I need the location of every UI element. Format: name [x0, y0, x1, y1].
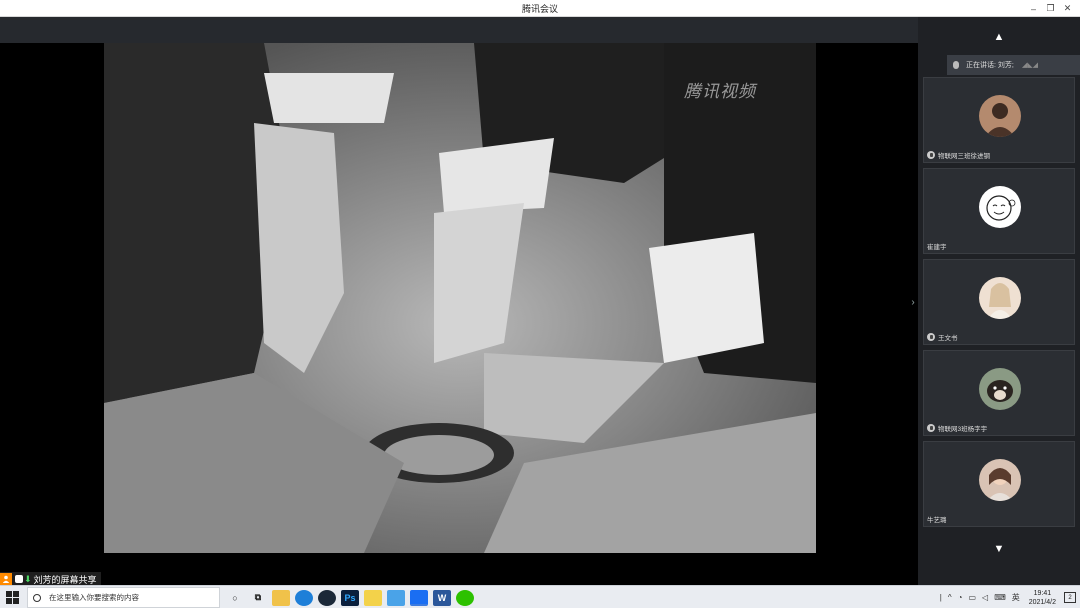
panel-collapse-toggle[interactable]: ›	[908, 293, 918, 311]
meeting-toolbar-strip	[0, 17, 918, 43]
screen-share-icon	[15, 575, 23, 583]
speaking-indicator: 正在讲话: 刘芳; ◢◣◢	[947, 55, 1080, 75]
participant-name: 物联网三班徐进钢	[938, 153, 990, 160]
screen-share-label: ⬇ 刘芳的屏幕共享	[0, 572, 101, 586]
scroll-up-icon[interactable]: ▲	[918, 31, 1080, 43]
search-icon	[33, 593, 41, 602]
participant-name: 牛艺璐	[927, 517, 947, 524]
clock-time: 19:41	[1033, 589, 1052, 597]
pen-app-icon[interactable]	[364, 589, 382, 606]
participant-avatar	[979, 277, 1021, 319]
mic-status-icon	[927, 151, 935, 159]
notification-center-icon[interactable]: 2	[1064, 592, 1076, 603]
keyboard-icon[interactable]: ⌨	[994, 593, 1006, 602]
participant-avatar	[979, 186, 1021, 228]
participant-tile[interactable]: 王文书	[923, 259, 1075, 345]
chevron-up-icon[interactable]: ^	[948, 593, 952, 602]
participant-name-row: 崔建宇	[927, 241, 947, 251]
shared-screen-area: 腾讯视频 ›	[0, 43, 918, 561]
participant-tile[interactable]: 牛艺璐	[923, 441, 1075, 527]
task-view-icon[interactable]: ⧉	[249, 590, 267, 606]
presenter-avatar-icon	[0, 573, 12, 585]
file-explorer-icon[interactable]	[272, 589, 290, 606]
search-placeholder: 在这里输入你要搜索的内容	[49, 593, 139, 602]
participant-avatar	[979, 459, 1021, 501]
participant-tile[interactable]: 崔建宇	[923, 168, 1075, 254]
participant-name-row: 牛艺璐	[927, 514, 947, 524]
mic-status-icon	[927, 424, 935, 432]
windows-start-icon[interactable]	[4, 590, 19, 605]
word-icon[interactable]: W	[433, 589, 451, 606]
steam-icon[interactable]	[318, 589, 336, 606]
mic-status-icon	[927, 333, 935, 341]
cortana-icon[interactable]: ○	[226, 590, 244, 606]
title-bar: 腾讯会议 – ❐ ✕	[0, 0, 1080, 17]
tencent-meeting-icon[interactable]	[410, 589, 428, 606]
participant-tile[interactable]: 物联网三班徐进钢	[923, 77, 1075, 163]
restore-button[interactable]: ❐	[1042, 0, 1059, 17]
presenter-share-text: 刘芳的屏幕共享	[33, 574, 97, 585]
wechat-icon[interactable]	[456, 589, 474, 606]
taskbar-app-icons: ○ ⧉ Ps W	[226, 588, 479, 607]
cloud-app-icon[interactable]	[387, 589, 405, 606]
participant-name: 王文书	[938, 335, 958, 342]
video-frame-image	[104, 43, 816, 553]
minimize-button[interactable]: –	[1025, 0, 1042, 17]
participant-avatar	[979, 368, 1021, 410]
participants-panel: ▲ 正在讲话: 刘芳; ◢◣◢ 物联网三班徐进钢 崔建宇 王文书 物联网3班杨字…	[918, 17, 1080, 585]
network-icon[interactable]: ◔	[958, 593, 963, 602]
participant-name-row: 物联网三班徐进钢	[927, 150, 990, 160]
clock-date: 2021/4/2	[1028, 598, 1056, 606]
edge-icon[interactable]	[295, 589, 313, 606]
participant-name-row: 王文书	[927, 332, 958, 342]
input-language[interactable]: 英	[1012, 592, 1020, 603]
participant-name-row: 物联网3班杨字宇	[927, 423, 987, 433]
participant-name: 物联网3班杨字宇	[938, 426, 988, 433]
audio-wave-icon: ◢◣◢	[1021, 62, 1038, 69]
video-watermark: 腾讯视频	[684, 82, 756, 101]
system-tray: | ^ ◔ ▭ ◁ ⌨ 英 19:41 2021/4/2 2	[937, 587, 1076, 608]
shared-video-frame: 腾讯视频	[104, 43, 816, 553]
windows-taskbar: 在这里输入你要搜索的内容 ○ ⧉ Ps W | ^ ◔ ▭ ◁ ⌨ 英 19:4…	[0, 585, 1080, 608]
microphone-icon	[953, 61, 959, 69]
photoshop-icon[interactable]: Ps	[341, 589, 359, 606]
download-icon: ⬇	[24, 573, 32, 584]
window-title: 腾讯会议	[521, 4, 558, 14]
taskbar-clock[interactable]: 19:41 2021/4/2	[1029, 589, 1056, 607]
close-button[interactable]: ✕	[1059, 0, 1076, 17]
taskbar-search-box[interactable]: 在这里输入你要搜索的内容	[27, 587, 220, 608]
tray-separator-icon: |	[939, 593, 942, 602]
participant-name: 崔建宇	[927, 244, 947, 251]
participant-avatar	[979, 95, 1021, 137]
participant-tile[interactable]: 物联网3班杨字宇	[923, 350, 1075, 436]
window-controls: – ❐ ✕	[1025, 0, 1076, 17]
volume-icon[interactable]: ◁	[982, 593, 988, 602]
scroll-down-icon[interactable]: ▼	[918, 543, 1080, 555]
speaking-text: 正在讲话: 刘芳;	[966, 62, 1014, 69]
battery-icon[interactable]: ▭	[968, 593, 976, 602]
